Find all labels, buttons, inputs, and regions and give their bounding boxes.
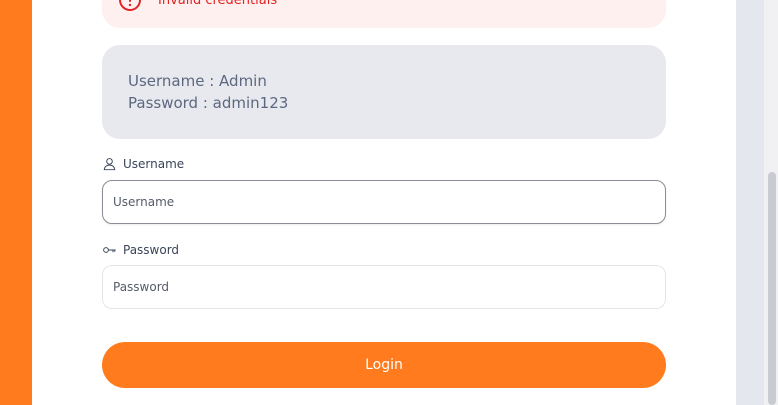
- login-panel: Invalid credentials Username : Admin Pas…: [32, 0, 736, 405]
- alert-message: Invalid credentials: [158, 0, 278, 8]
- left-accent-stripe: [0, 0, 32, 405]
- key-icon: [103, 247, 116, 253]
- password-label-text: Password: [123, 243, 180, 257]
- password-label: Password: [102, 243, 179, 257]
- user-icon: [103, 158, 116, 171]
- password-input[interactable]: [102, 265, 666, 309]
- alert-circle-icon: [119, 0, 141, 11]
- demo-username-text: Username : Admin: [128, 72, 267, 90]
- demo-credentials-box: Username : Admin Password : admin123: [102, 45, 666, 139]
- error-alert: Invalid credentials: [102, 0, 666, 28]
- username-label-text: Username: [123, 157, 185, 171]
- login-button[interactable]: Login: [102, 342, 666, 388]
- username-input[interactable]: [102, 180, 666, 224]
- demo-password-text: Password : admin123: [128, 94, 289, 112]
- scrollbar-thumb[interactable]: [768, 172, 776, 405]
- username-label: Username: [102, 157, 184, 171]
